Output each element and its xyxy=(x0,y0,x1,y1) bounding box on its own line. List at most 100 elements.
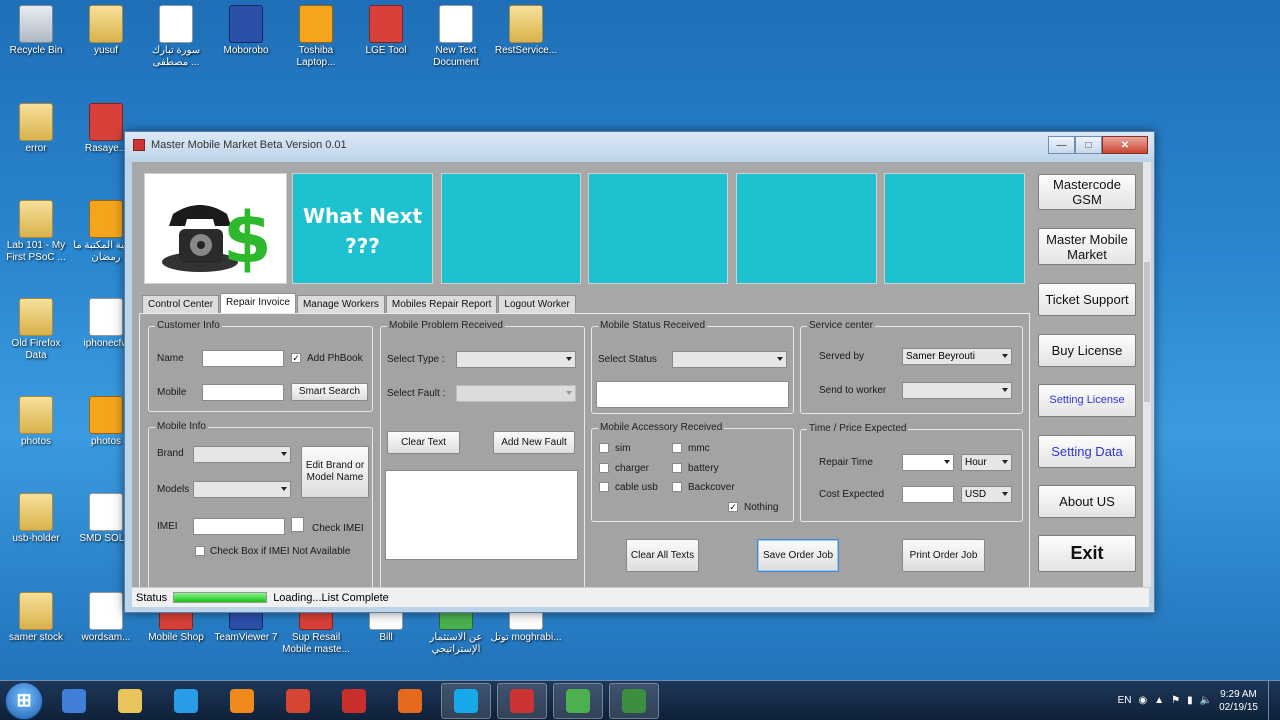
buy-license-button[interactable]: Buy License xyxy=(1038,334,1136,367)
status-label: Status xyxy=(136,591,168,604)
nothing-checkbox[interactable]: ✓ xyxy=(728,502,738,512)
print-order-job-button[interactable]: Print Order Job xyxy=(902,539,985,572)
send-to-worker-select[interactable] xyxy=(902,382,1012,399)
imei-not-available-checkbox[interactable] xyxy=(195,546,205,556)
minimize-button[interactable]: — xyxy=(1048,136,1075,154)
desktop-icon[interactable]: usb-holder xyxy=(0,493,72,545)
add-new-fault-button[interactable]: Add New Fault xyxy=(493,431,575,454)
backcover-checkbox[interactable] xyxy=(672,482,682,492)
show-desktop-button[interactable] xyxy=(1268,680,1280,720)
taskbar-explorer-button[interactable] xyxy=(105,683,155,719)
title-bar[interactable]: Master Mobile Market Beta Version 0.01 —… xyxy=(125,132,1154,158)
mastercode-gsm-button[interactable]: Mastercode GSM xyxy=(1038,174,1136,210)
clear-all-texts-button[interactable]: Clear All Texts xyxy=(626,539,699,572)
maximize-button[interactable]: □ xyxy=(1075,136,1102,154)
name-input[interactable] xyxy=(202,350,284,367)
taskbar-camtasia-button[interactable] xyxy=(553,682,603,719)
doc-icon xyxy=(89,493,123,531)
select-fault-dropdown[interactable] xyxy=(456,385,576,402)
desktop-icon[interactable]: Moborobo xyxy=(210,5,282,57)
edit-brand-model-button[interactable]: Edit Brand or Model Name xyxy=(301,446,369,498)
status-textbox[interactable] xyxy=(596,381,789,408)
desktop-icon[interactable]: samer stock xyxy=(0,592,72,644)
tab-mobiles-repair-report[interactable]: Mobiles Repair Report xyxy=(385,295,498,313)
exit-button[interactable]: Exit xyxy=(1038,535,1136,572)
volume-icon[interactable]: 🔈 xyxy=(1200,695,1212,706)
save-order-job-button[interactable]: Save Order Job xyxy=(757,539,839,572)
desktop-icon[interactable]: New Text Document xyxy=(420,5,492,69)
send-to-worker-label: Send to worker xyxy=(819,385,887,396)
clock[interactable]: 9:29 AM 02/19/15 xyxy=(1219,688,1258,714)
scrollbar-thumb[interactable] xyxy=(1144,262,1150,402)
select-status-dropdown[interactable] xyxy=(672,351,787,368)
smart-search-button[interactable]: Smart Search xyxy=(291,383,368,401)
currency-select[interactable]: USD xyxy=(961,486,1012,503)
close-button[interactable]: ✕ xyxy=(1102,136,1148,154)
start-button[interactable]: ⊞ xyxy=(5,681,43,720)
firefox-icon xyxy=(398,688,422,713)
app-icon xyxy=(133,139,145,151)
cable-usb-checkbox[interactable] xyxy=(599,482,609,492)
desktop-icon[interactable]: Toshiba Laptop... xyxy=(280,5,352,69)
served-by-select[interactable]: Samer Beyrouti xyxy=(902,348,1012,365)
select-type-dropdown[interactable] xyxy=(456,351,576,368)
setting-license-button[interactable]: Setting License xyxy=(1038,384,1136,417)
problem-textarea[interactable] xyxy=(385,470,578,560)
clock-time: 9:29 AM xyxy=(1220,688,1257,700)
taskbar-mobile-button[interactable] xyxy=(497,682,547,719)
network-icon[interactable]: ▮ xyxy=(1187,695,1193,706)
repair-invoice-panel: Customer Info Name ✓ Add PhBook Mobile S… xyxy=(139,313,1030,600)
about-us-button[interactable]: About US xyxy=(1038,485,1136,518)
desktop-icon[interactable]: Recycle Bin xyxy=(0,5,72,57)
tab-manage-workers[interactable]: Manage Workers xyxy=(296,295,385,313)
doc-icon xyxy=(439,5,473,43)
brand-select[interactable] xyxy=(193,446,291,463)
taskbar-camtasia2-button[interactable] xyxy=(609,682,659,719)
help-icon[interactable]: ◉ xyxy=(1138,695,1147,706)
taskbar-ie-blue-button[interactable] xyxy=(161,683,211,719)
desktop-icon[interactable]: error xyxy=(0,103,72,155)
desktop-icon[interactable]: photos xyxy=(0,396,72,448)
add-phbook-checkbox[interactable]: ✓ xyxy=(291,353,301,363)
battery-checkbox[interactable] xyxy=(672,463,682,473)
setting-data-button[interactable]: Setting Data xyxy=(1038,435,1136,468)
desktop-icon[interactable]: Old Firefox Data xyxy=(0,298,72,362)
check-imei-checkbox[interactable] xyxy=(291,517,304,532)
imei-input[interactable] xyxy=(193,518,285,535)
charger-checkbox[interactable] xyxy=(599,463,609,473)
clear-text-button[interactable]: Clear Text xyxy=(387,431,460,454)
desktop-icon[interactable]: yusuf xyxy=(70,5,142,57)
taskbar-ie-button[interactable] xyxy=(49,683,99,719)
svg-text:$: $ xyxy=(223,197,272,279)
tab-logout-worker[interactable]: Logout Worker xyxy=(498,295,576,313)
desktop-icon-label: Recycle Bin xyxy=(9,45,63,56)
folder-icon xyxy=(509,5,543,43)
select-status-label: Select Status xyxy=(598,354,657,365)
desktop-icon[interactable]: سورة تبارك مصطفى ... xyxy=(140,5,212,69)
language-indicator[interactable]: EN xyxy=(1118,695,1132,706)
taskbar-firefox-button[interactable] xyxy=(385,683,435,719)
cost-expected-input[interactable] xyxy=(902,486,954,503)
taskbar-chrome-button[interactable] xyxy=(273,683,323,719)
show-hidden-icons-icon[interactable]: ▲ xyxy=(1154,695,1164,706)
repair-time-select[interactable] xyxy=(902,454,954,471)
repair-unit-select[interactable]: Hour xyxy=(961,454,1012,471)
window-scrollbar[interactable] xyxy=(1143,162,1151,587)
sim-checkbox[interactable] xyxy=(599,443,609,453)
desktop-icon[interactable]: LGE Tool xyxy=(350,5,422,57)
taskbar-skype-button[interactable] xyxy=(441,682,491,719)
bin-icon xyxy=(19,5,53,43)
models-select[interactable] xyxy=(193,481,291,498)
mmc-checkbox[interactable] xyxy=(672,443,682,453)
taskbar-media-button[interactable] xyxy=(217,683,267,719)
desktop-icon[interactable]: Lab 101 - My First PSoC ... xyxy=(0,200,72,264)
tab-repair-invoice[interactable]: Repair Invoice xyxy=(220,293,296,313)
mobile-input[interactable] xyxy=(202,384,284,401)
flag-icon[interactable]: ⚑ xyxy=(1171,695,1180,706)
taskbar-app-button[interactable] xyxy=(329,683,379,719)
master-mobile-market-button[interactable]: Master Mobile Market xyxy=(1038,228,1136,265)
ticket-support-button[interactable]: Ticket Support xyxy=(1038,283,1136,316)
tab-control-center[interactable]: Control Center xyxy=(142,295,220,313)
desktop-icon[interactable]: RestService... xyxy=(490,5,562,57)
battery-label: battery xyxy=(688,463,719,474)
